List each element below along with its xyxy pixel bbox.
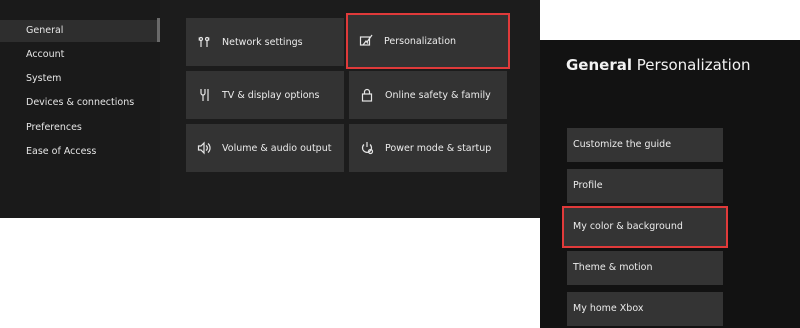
tile-label: Power mode & startup [385,142,492,154]
power-icon [359,140,375,156]
page-title: General Personalization [566,56,751,74]
page-title-subsection: Personalization [636,56,751,74]
tile-power-mode-startup[interactable]: Power mode & startup [349,124,507,172]
menu-item-profile[interactable]: Profile [567,169,723,203]
sidebar-item-general[interactable]: General [0,20,157,42]
menu-item-my-color-background[interactable]: My color & background [562,206,728,248]
tile-tv-display-options[interactable]: TV & display options [186,71,344,119]
tile-label: TV & display options [222,89,320,101]
tile-personalization[interactable]: Personalization [346,13,510,69]
tile-label: Volume & audio output [222,142,332,154]
sidebar-item-preferences[interactable]: Preferences [0,117,157,139]
tile-online-safety-family[interactable]: Online safety & family [349,71,507,119]
tile-network-settings[interactable]: Network settings [186,18,344,66]
sidebar-item-ease-of-access[interactable]: Ease of Access [0,141,157,163]
tv-display-icon [196,87,212,103]
menu-item-my-home-xbox[interactable]: My home Xbox [567,292,723,326]
sidebar-item-account[interactable]: Account [0,44,157,66]
menu-item-theme-motion[interactable]: Theme & motion [567,251,723,285]
speaker-icon [196,140,212,156]
tile-volume-audio-output[interactable]: Volume & audio output [186,124,344,172]
network-icon [196,34,212,50]
lock-icon [359,87,375,103]
settings-sidebar: General Account System Devices & connect… [0,0,160,218]
personalization-icon [358,33,374,49]
page-title-section: General [566,56,632,74]
sidebar-item-system[interactable]: System [0,68,157,90]
menu-item-customize-guide[interactable]: Customize the guide [567,128,723,162]
sidebar-item-devices-connections[interactable]: Devices & connections [0,92,157,114]
tile-label: Personalization [384,35,457,47]
personalization-screen: General Personalization Customize the gu… [540,40,800,328]
sidebar-selection-indicator [157,18,160,42]
general-settings-screen: General Account System Devices & connect… [0,0,540,218]
tile-label: Network settings [222,36,303,48]
tile-label: Online safety & family [385,89,491,101]
